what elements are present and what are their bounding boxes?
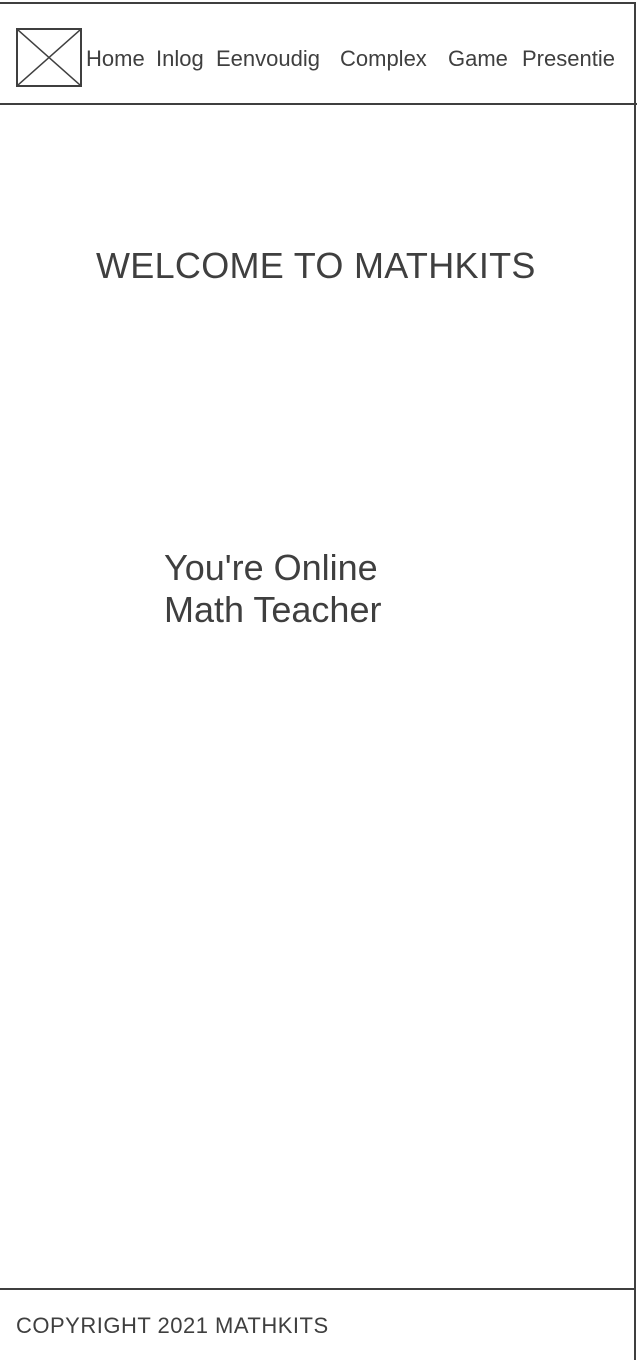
page-title: WELCOME TO MATHKITS [96,245,536,286]
tagline: You're Online Math Teacher [164,547,381,631]
site-header: Home Inlog Eenvoudig Complex Game Presen… [0,2,637,105]
nav-inlog[interactable]: Inlog [156,46,204,72]
tagline-line-1: You're Online [164,547,378,588]
nav-home[interactable]: Home [86,46,145,72]
image-placeholder-icon [18,30,80,85]
site-footer: COPYRIGHT 2021 MATHKITS [0,1288,636,1360]
nav-complex[interactable]: Complex [340,46,427,72]
nav-game[interactable]: Game [448,46,508,72]
nav-eenvoudig[interactable]: Eenvoudig [216,46,320,72]
nav-presentie[interactable]: Presentie [522,46,615,72]
copyright-text: COPYRIGHT 2021 MATHKITS [16,1313,329,1338]
logo-placeholder-icon[interactable] [16,28,82,87]
page-frame [0,2,636,1288]
tagline-line-2: Math Teacher [164,589,382,630]
